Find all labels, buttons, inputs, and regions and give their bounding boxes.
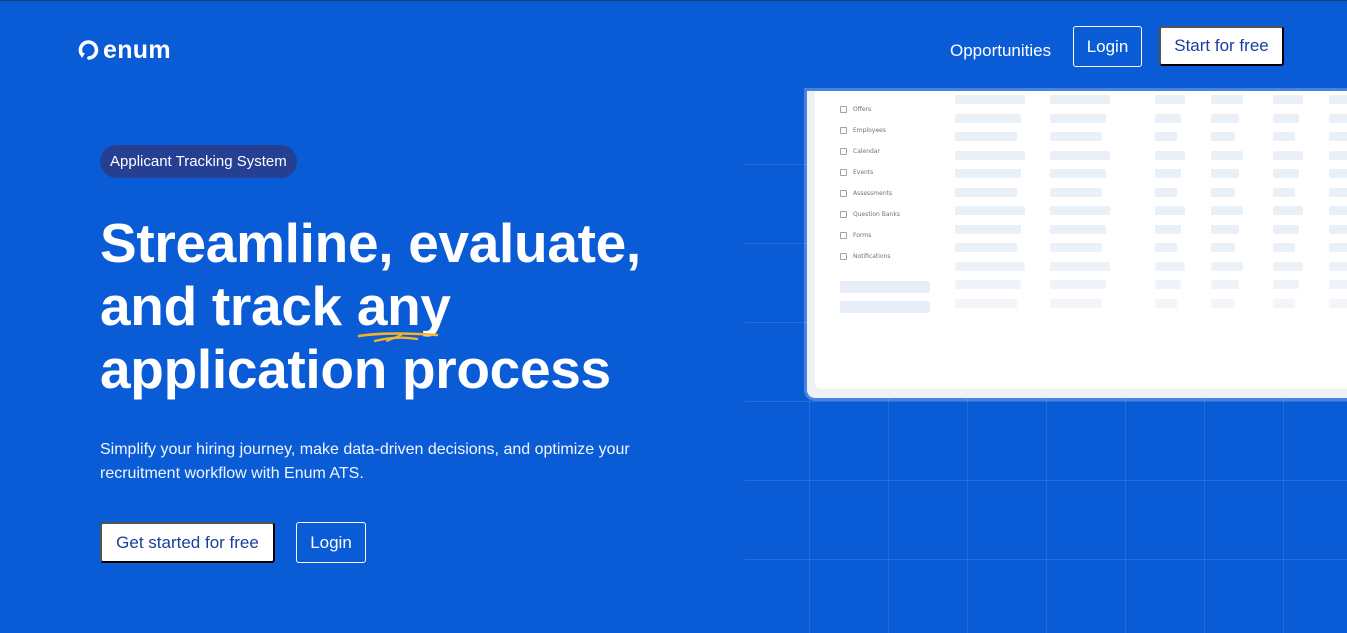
nav-opportunities-link[interactable]: Opportunities <box>950 40 1051 62</box>
preview-app-window: Offers Employees Calendar Events Assessm… <box>815 91 1347 389</box>
nav-login-button[interactable]: Login <box>1073 26 1142 67</box>
hero-login-button[interactable]: Login <box>296 522 366 563</box>
enum-logo-icon <box>78 40 99 60</box>
preview-menu-item: Notifications <box>840 246 950 267</box>
headline-line-3: application process <box>100 338 611 400</box>
brand-logo[interactable]: enum <box>77 37 171 63</box>
get-started-button[interactable]: Get started for free <box>100 522 275 563</box>
notifications-icon <box>840 253 847 260</box>
question-banks-icon <box>840 211 847 218</box>
preview-menu-item: Employees <box>840 120 950 141</box>
preview-menu-placeholder <box>840 301 930 313</box>
headline-line-1: Streamline, evaluate, <box>100 212 641 274</box>
events-icon <box>840 169 847 176</box>
top-border <box>0 0 1347 1</box>
preview-menu-item: Assessments <box>840 183 950 204</box>
nav-start-free-button[interactable]: Start for free <box>1159 26 1284 66</box>
preview-menu-label: Employees <box>853 127 886 134</box>
preview-menu-item: Question Banks <box>840 204 950 225</box>
preview-side-menu: Offers Employees Calendar Events Assessm… <box>840 99 950 313</box>
hero-subtext: Simplify your hiring journey, make data-… <box>100 441 630 482</box>
calendar-icon <box>840 148 847 155</box>
forms-icon <box>840 232 847 239</box>
preview-fade-overlay <box>945 91 1347 389</box>
headline-highlight: any <box>356 275 451 343</box>
headline-highlight-text: any <box>356 275 451 337</box>
assessments-icon <box>840 190 847 197</box>
headline-line-2-prefix: and track <box>100 275 357 337</box>
employees-icon <box>840 127 847 134</box>
preview-menu-item: Events <box>840 162 950 183</box>
preview-menu-label: Notifications <box>853 253 891 260</box>
preview-menu-label: Offers <box>853 106 872 113</box>
preview-menu-label: Forms <box>853 232 872 239</box>
preview-menu-label: Question Banks <box>853 211 900 218</box>
offers-icon <box>840 106 847 113</box>
underline-squiggle-icon <box>357 332 439 343</box>
category-badge: Applicant Tracking System <box>100 145 297 178</box>
preview-menu-item: Offers <box>840 99 950 120</box>
preview-menu-placeholder <box>840 281 930 293</box>
product-preview-screenshot: Offers Employees Calendar Events Assessm… <box>807 91 1347 398</box>
preview-menu-label: Calendar <box>853 148 880 155</box>
preview-menu-item: Calendar <box>840 141 950 162</box>
brand-name: enum <box>103 36 171 64</box>
preview-menu-item: Forms <box>840 225 950 246</box>
hero-headline: Streamline, evaluate, and track any appl… <box>100 212 720 401</box>
preview-menu-label: Assessments <box>853 190 893 197</box>
preview-menu-label: Events <box>853 169 874 176</box>
